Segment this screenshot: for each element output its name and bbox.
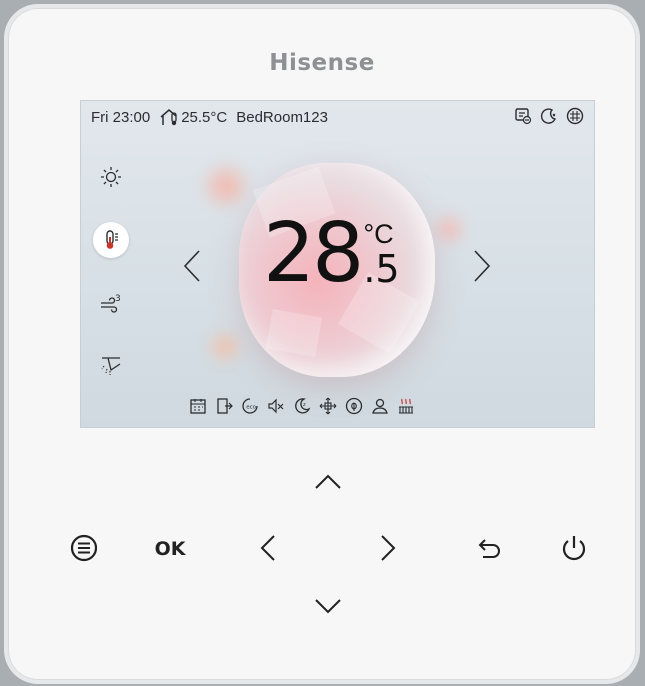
menu-list-icon [70, 534, 98, 562]
mode-sun[interactable] [93, 159, 129, 195]
menu-button[interactable] [64, 528, 104, 568]
mode-temperature[interactable] [93, 222, 129, 258]
status-icons [514, 107, 584, 125]
calendar-icon [190, 399, 206, 414]
chevron-left-icon [260, 535, 275, 561]
setpoint-integer: 28 [263, 206, 364, 301]
decrease-arrow[interactable] [181, 249, 203, 283]
left-button[interactable] [250, 526, 286, 570]
chevron-down-icon [315, 599, 341, 614]
power-icon [562, 536, 586, 561]
eco-icon: eco [242, 398, 258, 414]
heater-icon [399, 398, 413, 414]
return-icon [478, 539, 500, 558]
indoor-temperature: 25.5°C [159, 108, 227, 126]
sun-icon [101, 167, 121, 187]
sleep-mode-icon [540, 108, 556, 124]
setpoint-side: °C .5 [363, 213, 399, 289]
exit-icon [217, 398, 233, 414]
brand-logo: Hisense [269, 50, 375, 76]
power-button[interactable] [554, 528, 594, 568]
screen-lock-icon [515, 108, 532, 125]
chevron-up-icon [315, 474, 341, 489]
glow-blob [205, 327, 245, 367]
function-icon-row: eco z [189, 397, 415, 415]
mode-selector: 3 [93, 159, 129, 411]
setpoint-unit: °C [363, 219, 394, 249]
lcd-screen: Fri 23:00 25.5°C BedRoom123 3 28 °C .5 e… [80, 100, 595, 428]
down-button[interactable] [306, 588, 350, 624]
swing-icon [319, 397, 337, 415]
mode-fan[interactable]: 3 [93, 285, 129, 321]
right-button[interactable] [370, 526, 406, 570]
svg-text:eco: eco [246, 405, 256, 411]
room-name: BedRoom123 [236, 108, 328, 126]
setpoint-display: 28 °C .5 [263, 213, 400, 295]
day-time: Fri 23:00 [91, 108, 151, 126]
svg-text:z: z [303, 402, 306, 408]
chevron-right-icon [381, 535, 396, 561]
glow-blob [199, 159, 253, 213]
increase-arrow[interactable] [471, 249, 493, 283]
leaf-icon [345, 397, 363, 415]
orb-facet [265, 308, 323, 358]
setpoint-decimal: .5 [363, 247, 400, 291]
swing-louver-icon [101, 357, 121, 375]
fan-speed-icon: 3 [101, 294, 121, 313]
mute-icon [268, 398, 284, 414]
indoor-temp-value: 25.5°C [181, 108, 228, 126]
glow-blob [429, 209, 469, 249]
svg-text:3: 3 [115, 294, 121, 304]
status-bar: Fri 23:00 25.5°C BedRoom123 [91, 107, 328, 127]
up-button[interactable] [306, 464, 350, 500]
sleep-icon: z [295, 398, 311, 414]
grid-lock-icon [566, 107, 584, 125]
thermometer-icon [106, 230, 118, 249]
user-icon [372, 398, 388, 414]
ok-button[interactable]: OK [144, 530, 196, 568]
thermostat-panel: Hisense Fri 23:00 25.5°C BedRoom123 3 28… [8, 8, 636, 680]
mode-swing[interactable] [93, 348, 129, 384]
back-button[interactable] [470, 528, 510, 568]
home-thermometer-icon [160, 109, 177, 126]
